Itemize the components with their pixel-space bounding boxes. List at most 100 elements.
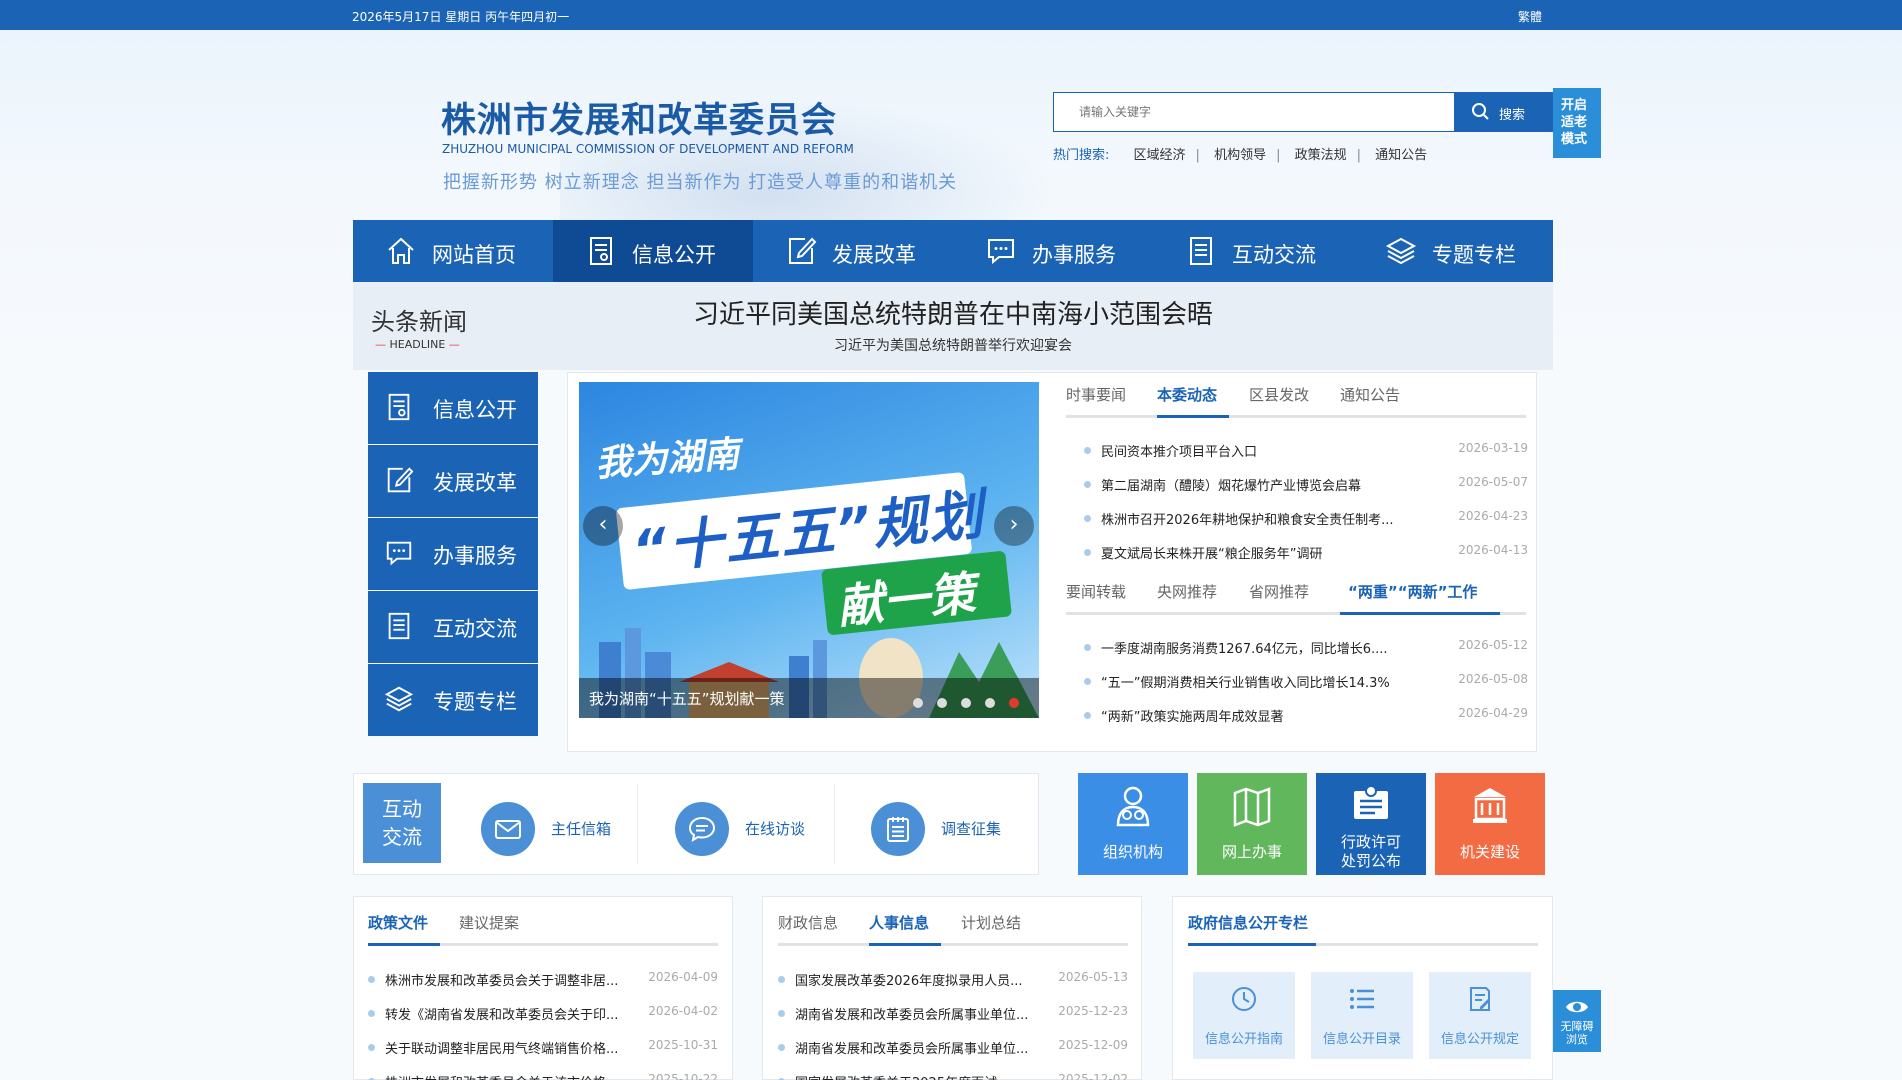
banner-carousel[interactable]: 我为湖南 “十五五”规划 献一策 我为湖南“十五五”规划献一策 ‹ › [579,382,1039,718]
interaction-label: 互动交流 [363,783,441,863]
info-disclosure-catalog-button[interactable]: 信息公开目录 [1311,972,1413,1059]
tab-active-underline [1188,943,1316,946]
list-doc-icon [384,611,414,645]
accessible-browsing-button[interactable]: 无障碍浏览 [1553,990,1601,1052]
carousel-dot[interactable] [937,698,947,708]
list-item[interactable]: 株洲市发展和改革委员会关于该市价格...2025-10-22 [368,1072,718,1080]
tab-county-reform[interactable]: 区县发改 [1249,384,1309,405]
policy-list: 株洲市发展和改革委员会关于调整非居... 2026-04-09 转发《湖南省发展和… [368,970,718,1080]
tab-finance-info[interactable]: 财政信息 [778,912,838,933]
hot-search-label: 热门搜索: [1053,148,1110,163]
headline-subtitle[interactable]: 习近平为美国总统特朗普举行欢迎宴会 [353,335,1553,355]
banner-heading: 我为湖南 [593,434,741,485]
info-disclosure-guide-button[interactable]: 信息公开指南 [1193,972,1295,1059]
site-slogan: 把握新形势 树立新理念 担当新作为 打造受人尊重的和谐机关 [443,172,958,193]
carousel-dot[interactable] [913,698,923,708]
side-nav-development-reform[interactable]: 发展改革 [368,445,538,517]
side-nav-special-topics[interactable]: 专题专栏 [368,664,538,736]
list-item[interactable]: 一季度湖南服务消费1267.64亿元，同比增长6.... 2026-05-12 [1084,638,1528,658]
list-item[interactable]: 株洲市召开2026年耕地保护和粮食安全责任制考... 2026-04-23 [1084,509,1528,529]
list-item[interactable]: 关于联动调整非居民用气终端销售价格... 2025-10-31 [368,1038,718,1058]
hot-search: 热门搜索: 区域经济 | 机构领导 | 政策法规 | 通知公告 [1053,148,1428,163]
list-item[interactable]: “两新”政策实施两周年成效显著 2026-04-29 [1084,706,1528,726]
edit-icon [384,465,414,499]
tab-plan-summary[interactable]: 计划总结 [961,912,1021,933]
tab-provincial-recommend[interactable]: 省网推荐 [1249,581,1309,602]
carousel-prev-button[interactable]: ‹ [583,506,623,546]
certificate-icon [1351,785,1391,829]
list-item[interactable]: 国家发展改革委2026年度拟录用人员... 2026-05-13 [778,970,1128,990]
document-icon [384,392,414,426]
list-item[interactable]: 株洲市发展和改革委员会关于调整非居... 2026-04-09 [368,970,718,990]
speech-bubble-icon [688,816,716,843]
carousel-next-button[interactable]: › [994,506,1034,546]
nav-item-special-topics[interactable]: 专题专栏 [1353,220,1553,282]
tile-label: 行政许可处罚公布 [1340,833,1401,870]
tab-proposals[interactable]: 建议提案 [459,912,519,933]
site-title[interactable]: 株洲市发展和改革委员会 [441,92,837,143]
nav-item-home[interactable]: 网站首页 [353,220,553,282]
tile-online-services[interactable]: 网上办事 [1197,773,1307,875]
tab-policy-documents[interactable]: 政策文件 [368,912,428,933]
side-nav-info-disclosure[interactable]: 信息公开 [368,372,538,444]
list-item[interactable]: 湖南省发展和改革委员会所属事业单位... 2025-12-09 [778,1038,1128,1058]
gov-button-label: 信息公开目录 [1322,1032,1401,1047]
gov-info-title[interactable]: 政府信息公开专栏 [1188,912,1308,933]
hot-search-item[interactable]: 通知公告 [1375,148,1427,163]
list-item[interactable]: 夏文斌局长来株开展“粮企服务年”调研 2026-04-13 [1084,543,1528,563]
list-item[interactable]: 第二届湖南（醴陵）烟花爆竹产业博览会启幕 2026-05-07 [1084,475,1528,495]
hot-search-item[interactable]: 区域经济 [1134,148,1186,163]
carousel-dot[interactable] [985,698,995,708]
hot-search-item[interactable]: 政策法规 [1295,148,1347,163]
eye-icon [1566,1001,1588,1013]
list-item[interactable]: 转发《湖南省发展和改革委员会关于印... 2026-04-02 [368,1004,718,1024]
list-item[interactable]: 国家发展改革委关于2025年度面试...2025-12-02 [778,1072,1128,1080]
tab-personnel-info[interactable]: 人事信息 [869,912,929,933]
nav-item-development-reform[interactable]: 发展改革 [753,220,953,282]
tab-commission-news[interactable]: 本委动态 [1157,384,1217,405]
carousel-dot[interactable] [961,698,971,708]
nav-item-label: 专题专栏 [1432,243,1516,267]
traditional-chinese-link[interactable]: 繁體 [1518,8,1542,25]
gov-button-label: 信息公开规定 [1440,1032,1519,1047]
tab-reprinted-news[interactable]: 要闻转载 [1066,581,1126,602]
nav-item-label: 发展改革 [832,243,916,267]
layers-icon [384,684,414,718]
personnel-tabs: 财政信息 人事信息 计划总结 [778,912,1128,948]
carousel-dots [913,693,1033,712]
side-nav-label: 互动交流 [433,617,517,641]
info-disclosure-rules-button[interactable]: 信息公开规定 [1429,972,1531,1059]
tab-notices[interactable]: 通知公告 [1340,384,1400,405]
nav-item-label: 办事服务 [1032,243,1116,267]
list-item[interactable]: “五一”假期消费相关行业销售收入同比增长14.3% 2026-05-08 [1084,672,1528,692]
tab-central-recommend[interactable]: 央网推荐 [1157,581,1217,602]
list-item[interactable]: 民间资本推介项目平台入口 2026-03-19 [1084,441,1528,461]
side-nav-label: 发展改革 [433,471,517,495]
banner-caption[interactable]: 我为湖南“十五五”规划献一策 [589,688,785,709]
tab-active-underline [1157,415,1229,418]
mail-icon [495,820,521,839]
nav-item-interaction[interactable]: 互动交流 [1153,220,1353,282]
tab-two-key-work[interactable]: “两重”“两新”工作 [1348,581,1477,602]
search-input[interactable] [1054,93,1454,131]
tile-organization[interactable]: 组织机构 [1078,773,1188,875]
search-button[interactable]: 搜索 [1455,92,1553,132]
side-nav-label: 专题专栏 [433,690,517,714]
hot-search-item[interactable]: 机构领导 [1214,148,1266,163]
carousel-dot-active[interactable] [1009,698,1019,708]
news-list-top: 民间资本推介项目平台入口 2026-03-19 第二届湖南（醴陵）烟花爆竹产业博览… [1084,441,1528,563]
divider [834,784,835,864]
tab-baseline [778,943,1128,946]
nav-item-info-disclosure[interactable]: 信息公开 [553,220,753,282]
nav-item-services[interactable]: 办事服务 [953,220,1153,282]
tile-organ-construction[interactable]: 机关建设 [1435,773,1545,875]
personnel-list: 国家发展改革委2026年度拟录用人员... 2026-05-13 湖南省发展和改革… [778,970,1128,1080]
side-nav-services[interactable]: 办事服务 [368,518,538,590]
elder-mode-button[interactable]: 开启适老模式 [1553,88,1601,158]
tab-current-affairs[interactable]: 时事要闻 [1066,384,1126,405]
tile-administrative-license[interactable]: 行政许可处罚公布 [1316,773,1426,875]
side-nav-interaction[interactable]: 互动交流 [368,591,538,663]
accessible-label: 无障碍浏览 [1560,1020,1594,1046]
list-item[interactable]: 湖南省发展和改革委员会所属事业单位... 2025-12-23 [778,1004,1128,1024]
headline-title[interactable]: 习近平同美国总统特朗普在中南海小范围会晤 [353,294,1553,331]
